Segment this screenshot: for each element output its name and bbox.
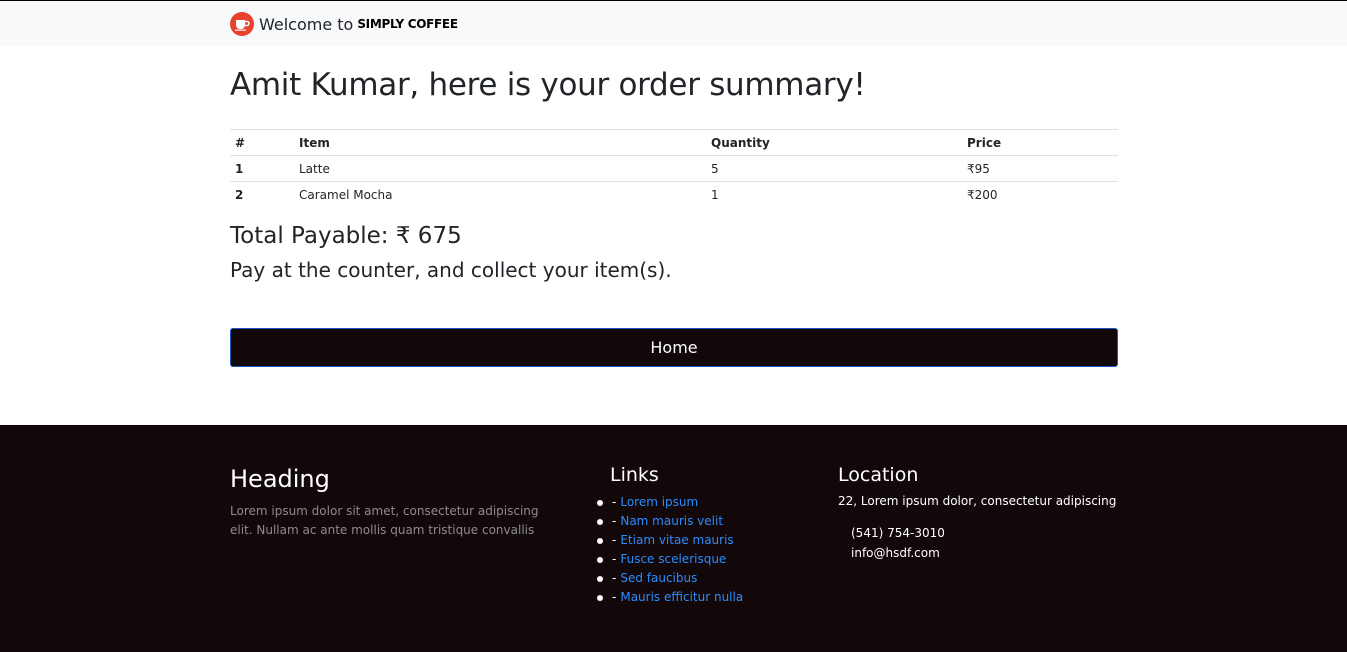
list-item: - Nam mauris velit: [597, 512, 743, 531]
list-item: - Lorem ipsum: [597, 493, 743, 512]
footer: Heading Lorem ipsum dolor sit amet, cons…: [0, 425, 1347, 652]
list-item: - Sed faucibus: [597, 569, 743, 588]
footer-heading: Heading: [230, 465, 330, 493]
table-header-row: # Item Quantity Price: [230, 129, 1118, 156]
order-table: # Item Quantity Price 1 Latte 5 ₹95 2 Ca…: [230, 129, 1118, 208]
row-item: Latte: [294, 155, 706, 182]
footer-links-title: Links: [610, 464, 659, 486]
footer-email: info@hsdf.com: [851, 546, 940, 560]
header-quantity: Quantity: [706, 129, 962, 156]
footer-link[interactable]: Lorem ipsum: [620, 493, 698, 512]
bullet-icon: [597, 499, 603, 506]
footer-link[interactable]: Mauris efficitur nulla: [620, 588, 743, 607]
pay-instruction: Pay at the counter, and collect your ite…: [230, 258, 672, 282]
brand-welcome: Welcome to: [259, 14, 354, 34]
footer-link[interactable]: Nam mauris velit: [620, 512, 723, 531]
list-item: - Fusce scelerisque: [597, 550, 743, 569]
coffee-cup-icon: [230, 12, 254, 36]
list-item: - Mauris efficitur nulla: [597, 588, 743, 607]
header-item: Item: [294, 129, 706, 156]
row-index: 1: [230, 155, 294, 182]
row-item: Caramel Mocha: [294, 181, 706, 208]
row-price: ₹200: [962, 181, 1118, 208]
footer-links-list: - Lorem ipsum - Nam mauris velit - Etiam vi…: [597, 493, 743, 607]
bullet-icon: [597, 556, 603, 563]
footer-description: Lorem ipsum dolor sit amet, consectetur …: [230, 504, 539, 537]
table-row: 2 Caramel Mocha 1 ₹200: [230, 181, 1118, 208]
footer-link[interactable]: Sed faucibus: [620, 569, 697, 588]
footer-address: 22, Lorem ipsum dolor, consectetur adipi…: [838, 494, 1117, 508]
brand-link[interactable]: Welcome to SIMPLY COFFEE: [230, 10, 458, 38]
header-price: Price: [962, 129, 1118, 156]
footer-link[interactable]: Etiam vitae mauris: [620, 531, 733, 550]
total-payable: Total Payable: ₹ 675: [230, 223, 462, 249]
footer-link[interactable]: Fusce scelerisque: [620, 550, 726, 569]
footer-location-title: Location: [838, 464, 919, 486]
bullet-icon: [597, 575, 603, 582]
list-item: - Etiam vitae mauris: [597, 531, 743, 550]
bullet-icon: [597, 537, 603, 544]
row-price: ₹95: [962, 155, 1118, 182]
row-quantity: 5: [706, 155, 962, 182]
row-quantity: 1: [706, 181, 962, 208]
bullet-icon: [597, 594, 603, 601]
footer-phone: (541) 754-3010: [851, 526, 945, 540]
header-index: #: [230, 129, 294, 156]
page-title: Amit Kumar, here is your order summary!: [230, 67, 866, 103]
row-index: 2: [230, 181, 294, 208]
bullet-icon: [597, 518, 603, 525]
brand-name: SIMPLY COFFEE: [357, 17, 458, 31]
top-navbar: Welcome to SIMPLY COFFEE: [0, 0, 1347, 46]
table-row: 1 Latte 5 ₹95: [230, 155, 1118, 182]
home-button[interactable]: Home: [230, 328, 1118, 367]
